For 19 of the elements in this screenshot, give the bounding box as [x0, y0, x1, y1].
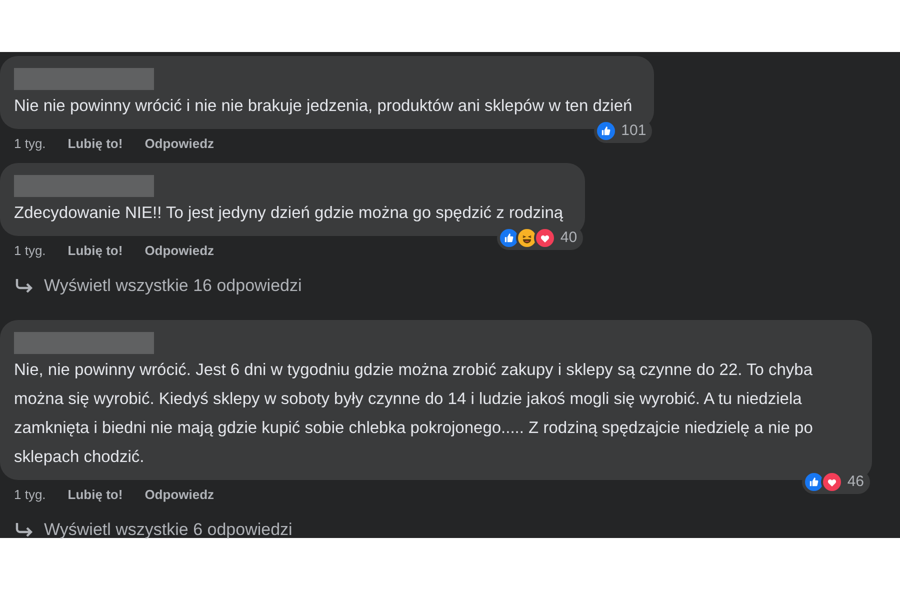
- view-replies-link[interactable]: Wyświetl wszystkie 6 odpowiedzi: [0, 510, 900, 550]
- comment-time[interactable]: 1 tyg.: [14, 134, 46, 154]
- comment-text: Nie, nie powinny wrócić. Jest 6 dni w tygodniu gdzie można zrobić zakupy i sklepy są czynne do 22. To chyba można się wyrobić. Kiedyś sklepy w soboty były czynne do 14 i ludzie jakoś mogli się wyrobić. A tu niedziela zamknięta i biedni nie mają gdzie kupić sobie chlebka pokrojonego..... Z rodziną spędzajcie niedzielę a nie po sklepach chodzić.: [14, 360, 814, 468]
- view-replies-link[interactable]: Wyświetl wszystkie 16 odpowiedzi: [0, 266, 900, 306]
- comment-text: Zdecydowanie NIE!! To jest jedyny dzień gdzie można go spędzić z rodziną: [14, 203, 564, 224]
- comment-text: Nie nie powinny wrócić i nie nie brakuje jedzenia, produktów ani sklepów w ten dzień: [14, 96, 632, 117]
- reply-arrow-icon: [14, 278, 34, 294]
- like-link[interactable]: Lubię to!: [68, 134, 123, 154]
- reply-link[interactable]: Odpowiedz: [144, 485, 214, 505]
- reply-arrow-icon: [14, 522, 34, 538]
- reply-link[interactable]: Odpowiedz: [144, 134, 214, 154]
- reaction-count: 101: [621, 120, 646, 140]
- reply-link[interactable]: Odpowiedz: [144, 241, 214, 261]
- reaction-count: 46: [847, 472, 864, 492]
- like-link[interactable]: Lubię to!: [68, 485, 123, 505]
- comment-time[interactable]: 1 tyg.: [14, 485, 46, 505]
- like-link[interactable]: Lubię to!: [68, 241, 123, 261]
- reaction-count: 40: [560, 228, 578, 248]
- comment-time[interactable]: 1 tyg.: [14, 241, 46, 261]
